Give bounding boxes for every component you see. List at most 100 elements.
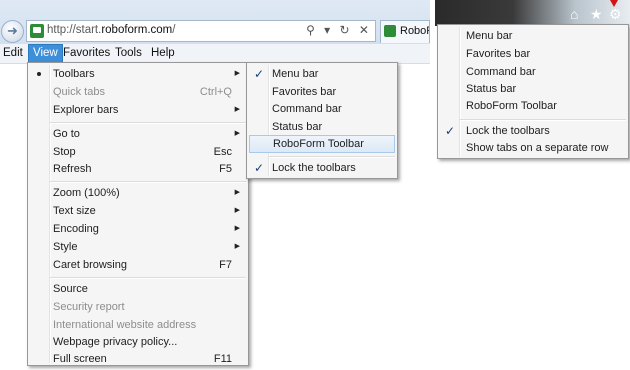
item-label: Quick tabs	[53, 86, 105, 98]
submenu-arrow-icon: ▶	[234, 106, 240, 113]
tab-label: RoboForm	[400, 25, 429, 37]
item-shortcut: Ctrl+Q	[199, 86, 232, 98]
item-label: Webpage privacy policy...	[53, 336, 178, 348]
back-arrow-icon[interactable]: ➜	[1, 20, 24, 43]
item-label: Menu bar	[466, 30, 513, 42]
view-item-source[interactable]: Source	[28, 280, 248, 298]
submenu-arrow-icon: ▶	[234, 189, 240, 196]
selected-dot-icon	[37, 72, 41, 76]
submenu-arrow-icon: ▶	[234, 130, 240, 137]
url-text[interactable]: http://start.roboform.com/	[47, 24, 175, 36]
toolbar-strip: ⌂ ★ ⚙	[435, 0, 630, 26]
item-label: Zoom (100%)	[53, 187, 120, 199]
item-shortcut: Esc	[213, 146, 232, 158]
menu-bar: Edit View Favorites Tools Help	[0, 44, 430, 64]
item-label: Style	[53, 241, 78, 253]
checkmark-icon: ✓	[254, 161, 265, 175]
item-label: Show tabs on a separate row	[466, 142, 609, 154]
view-item-go-to[interactable]: Go to ▶	[28, 125, 248, 143]
item-label: Caret browsing	[53, 259, 127, 271]
address-bar[interactable]: http://start.roboform.com/ ⚲ ▾ ↻ ✕	[26, 20, 376, 42]
browser-chrome: ➜ http://start.roboform.com/ ⚲ ▾ ↻ ✕ Rob…	[0, 0, 430, 45]
tab-favicon-icon	[384, 25, 396, 37]
menu-separator	[50, 181, 246, 183]
toolbars-submenu: ✓ Menu bar Favorites bar Command bar Sta…	[246, 62, 398, 179]
submenu-arrow-icon: ▶	[234, 225, 240, 232]
ctx-item-status-bar[interactable]: Status bar	[438, 80, 628, 98]
view-item-encoding[interactable]: Encoding ▶	[28, 220, 248, 238]
view-item-explorer-bars[interactable]: Explorer bars ▶	[28, 101, 248, 119]
view-item-toolbars[interactable]: Toolbars ▶	[28, 65, 248, 83]
view-menu: Toolbars ▶ Quick tabs Ctrl+Q Explorer ba…	[27, 62, 249, 366]
item-label: Command bar	[272, 103, 342, 115]
item-label: Stop	[53, 146, 76, 158]
item-label: International website address	[53, 319, 197, 331]
item-label: Full screen	[53, 353, 107, 365]
item-label: Command bar	[466, 66, 536, 78]
ctx-item-roboform-toolbar[interactable]: RoboForm Toolbar	[438, 97, 628, 115]
ctx-item-menu-bar[interactable]: Menu bar	[438, 27, 628, 45]
view-item-style[interactable]: Style ▶	[28, 238, 248, 256]
item-label: RoboForm Toolbar	[466, 100, 557, 112]
toolbars-item-favorites-bar[interactable]: Favorites bar	[247, 83, 397, 101]
menu-separator	[460, 119, 626, 121]
item-shortcut: F7	[219, 259, 232, 271]
favorites-star-icon[interactable]: ★	[590, 7, 603, 21]
item-label: Go to	[53, 128, 80, 140]
item-label: Refresh	[53, 163, 92, 175]
view-item-refresh[interactable]: Refresh F5	[28, 160, 248, 178]
view-item-privacy-policy[interactable]: Webpage privacy policy...	[28, 333, 248, 351]
item-label: Lock the toolbars	[466, 125, 550, 137]
menu-edit[interactable]: Edit	[3, 44, 23, 63]
item-label: Status bar	[466, 83, 517, 95]
item-label: Lock the toolbars	[272, 162, 356, 174]
view-item-international-address: International website address	[28, 316, 248, 334]
toolbars-item-status-bar[interactable]: Status bar	[247, 118, 397, 136]
site-favicon-icon	[30, 24, 44, 38]
toolbars-item-roboform-toolbar[interactable]: RoboForm Toolbar	[249, 135, 395, 153]
menu-tools[interactable]: Tools	[115, 44, 142, 63]
ctx-item-favorites-bar[interactable]: Favorites bar	[438, 45, 628, 63]
toolbar-context-menu: Menu bar Favorites bar Command bar Statu…	[437, 24, 629, 159]
view-item-text-size[interactable]: Text size ▶	[28, 202, 248, 220]
address-actions-icons[interactable]: ⚲ ▾ ↻ ✕	[306, 23, 372, 37]
item-label: Security report	[53, 301, 125, 313]
view-item-stop[interactable]: Stop Esc	[28, 143, 248, 161]
item-shortcut: F11	[213, 353, 232, 365]
item-label: Explorer bars	[53, 104, 119, 116]
submenu-arrow-icon: ▶	[234, 70, 240, 77]
ctx-item-lock-toolbars[interactable]: ✓ Lock the toolbars	[438, 122, 628, 140]
submenu-arrow-icon: ▶	[234, 207, 240, 214]
item-shortcut: F5	[219, 163, 232, 175]
red-marker-icon	[610, 0, 618, 7]
submenu-arrow-icon: ▶	[234, 243, 240, 250]
view-item-caret-browsing[interactable]: Caret browsing F7	[28, 256, 248, 274]
view-item-full-screen[interactable]: Full screen F11	[28, 350, 248, 368]
view-item-security-report: Security report	[28, 298, 248, 316]
item-label: RoboForm Toolbar	[273, 138, 364, 150]
item-label: Text size	[53, 205, 96, 217]
item-label: Source	[53, 283, 88, 295]
toolbars-item-command-bar[interactable]: Command bar	[247, 100, 397, 118]
item-label: Toolbars	[53, 68, 95, 80]
item-label: Encoding	[53, 223, 99, 235]
home-icon[interactable]: ⌂	[570, 7, 578, 21]
view-item-quick-tabs: Quick tabs Ctrl+Q	[28, 83, 248, 101]
settings-gear-icon[interactable]: ⚙	[609, 7, 622, 21]
menu-separator	[50, 277, 246, 279]
browser-tab[interactable]: RoboForm	[380, 20, 430, 43]
menu-favorites[interactable]: Favorites	[63, 44, 110, 63]
menu-separator	[50, 122, 246, 124]
menu-view[interactable]: View	[28, 44, 63, 63]
ctx-item-tabs-separate-row[interactable]: Show tabs on a separate row	[438, 139, 628, 157]
menu-help[interactable]: Help	[151, 44, 175, 63]
view-item-zoom[interactable]: Zoom (100%) ▶	[28, 184, 248, 202]
toolbars-item-menu-bar[interactable]: ✓ Menu bar	[247, 65, 397, 83]
toolbars-item-lock-toolbars[interactable]: ✓ Lock the toolbars	[247, 159, 397, 177]
item-label: Menu bar	[272, 68, 319, 80]
item-label: Status bar	[272, 121, 323, 133]
ctx-item-command-bar[interactable]: Command bar	[438, 63, 628, 81]
checkmark-icon: ✓	[445, 124, 456, 138]
item-label: Favorites bar	[272, 86, 337, 98]
checkmark-icon: ✓	[254, 67, 265, 81]
